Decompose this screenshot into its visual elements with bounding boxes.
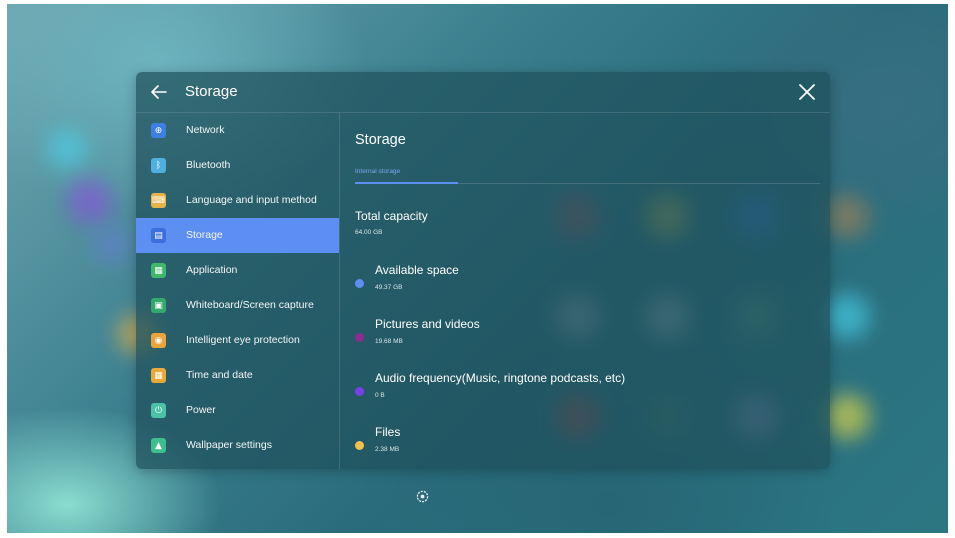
blurred-app-icon xyxy=(825,394,870,439)
wallpaper-icon: ▲ xyxy=(151,438,166,453)
sidebar-item-label: Application xyxy=(186,264,238,276)
title-bar: Storage xyxy=(136,72,830,113)
close-button[interactable] xyxy=(796,81,818,103)
sidebar-item-label: Intelligent eye protection xyxy=(186,334,300,346)
storage-icon: ▤ xyxy=(151,228,166,243)
blurred-app-icon xyxy=(825,194,870,239)
sidebar-item-storage[interactable]: ▤ Storage xyxy=(136,218,339,253)
apps-icon: ▦ xyxy=(151,263,166,278)
section-title: Storage xyxy=(355,132,406,148)
power-icon: ⏻ xyxy=(151,403,166,418)
sidebar-item-power[interactable]: ⏻ Power xyxy=(136,393,339,428)
calendar-icon: ▦ xyxy=(151,368,166,383)
tab-internal-storage[interactable]: Internal storage xyxy=(355,168,400,175)
sidebar-item-label: Whiteboard/Screen capture xyxy=(186,299,314,311)
storage-row-value: 19.68 MB xyxy=(375,338,403,345)
sidebar-item-network[interactable]: ⊕ Network xyxy=(136,113,339,148)
arrow-left-icon xyxy=(151,85,167,99)
legend-dot xyxy=(355,441,364,450)
tab-active-indicator xyxy=(355,182,458,184)
storage-row-audio[interactable]: Audio frequency(Music, ringtone podcasts… xyxy=(355,371,825,411)
sidebar-item-bluetooth[interactable]: ᛒ Bluetooth xyxy=(136,148,339,183)
close-icon xyxy=(799,84,815,100)
storage-content: Storage Internal storage Total capacity … xyxy=(340,113,830,469)
blurred-app-icon xyxy=(825,294,870,339)
globe-icon: ⊕ xyxy=(151,123,166,138)
sidebar-item-label: Storage xyxy=(186,229,223,241)
blurred-app-icon xyxy=(47,129,87,169)
sidebar-item-whiteboard[interactable]: ▣ Whiteboard/Screen capture xyxy=(136,288,339,323)
eye-icon: ◉ xyxy=(151,333,166,348)
total-capacity-label: Total capacity xyxy=(355,209,428,223)
blurred-app-icon xyxy=(67,179,112,224)
storage-row-files[interactable]: Files 2.38 MB xyxy=(355,425,825,465)
sidebar-item-label: Bluetooth xyxy=(186,159,231,171)
sidebar-item-label: Language and input method xyxy=(186,194,317,206)
storage-row-value: 49.37 GB xyxy=(375,284,403,291)
back-button[interactable] xyxy=(148,81,170,103)
storage-row-value: 2.38 MB xyxy=(375,446,400,453)
total-capacity-value: 64.00 GB xyxy=(355,229,383,236)
sidebar-item-application[interactable]: ▦ Application xyxy=(136,253,339,288)
whiteboard-icon: ▣ xyxy=(151,298,166,313)
legend-dot xyxy=(355,333,364,342)
legend-dot xyxy=(355,387,364,396)
sidebar-item-language[interactable]: ⌨ Language and input method xyxy=(136,183,339,218)
sidebar-item-time-date[interactable]: ▦ Time and date xyxy=(136,358,339,393)
bluetooth-icon: ᛒ xyxy=(151,158,166,173)
sidebar-item-label: Network xyxy=(186,124,225,136)
storage-row-label: Pictures and videos xyxy=(375,317,480,331)
blurred-app-icon xyxy=(92,224,132,264)
storage-row-available: Available space 49.37 GB xyxy=(355,263,825,303)
gear-icon xyxy=(416,490,429,503)
sidebar-item-wallpaper[interactable]: ▲ Wallpaper settings xyxy=(136,428,339,463)
sidebar-item-eye-protection[interactable]: ◉ Intelligent eye protection xyxy=(136,323,339,358)
legend-dot xyxy=(355,279,364,288)
settings-sidebar: ⊕ Network ᛒ Bluetooth ⌨ Language and inp… xyxy=(136,113,340,469)
storage-row-label: Available space xyxy=(375,263,459,277)
keyboard-icon: ⌨ xyxy=(151,193,166,208)
storage-row-label: Files xyxy=(375,425,401,439)
settings-window: Storage ⊕ Network ᛒ Bluetooth ⌨ Language… xyxy=(136,72,830,469)
storage-row-value: 0 B xyxy=(375,392,385,399)
page-title: Storage xyxy=(185,83,238,100)
sidebar-item-label: Time and date xyxy=(186,369,253,381)
sidebar-item-label: Power xyxy=(186,404,216,416)
settings-gear-button[interactable] xyxy=(415,489,430,504)
storage-row-pictures[interactable]: Pictures and videos 19.68 MB xyxy=(355,317,825,357)
storage-row-label: Audio frequency(Music, ringtone podcasts… xyxy=(375,371,626,385)
sidebar-item-label: Wallpaper settings xyxy=(186,439,272,451)
